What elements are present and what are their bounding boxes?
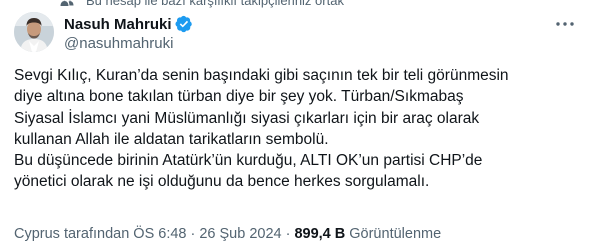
author-info: Nasuh Mahruki @nasuhmahruki bbox=[64, 14, 193, 52]
tweet-text-line: yönetici olarak ne işi olduğunu da bence… bbox=[14, 173, 430, 191]
tweet-metadata: Cyprus tarafından ÖS 6:48 · 26 Şub 2024 · 89… bbox=[14, 226, 441, 242]
tweet-text: Sevgi Kılıç, Kuran’da senin başındaki gi… bbox=[14, 65, 582, 193]
tweet-header: Nasuh Mahruki @nasuhmahruki bbox=[14, 12, 578, 54]
tweet-date[interactable]: 26 Şub 2024 bbox=[199, 226, 281, 242]
social-context[interactable]: Bu hesap ile bazı karşılıklı takipçileri… bbox=[86, 0, 344, 8]
separator: · bbox=[190, 226, 196, 242]
tweet-source: Cyprus tarafından bbox=[14, 226, 130, 242]
tweet-text-line: Sevgi Kılıç, Kuran’da senin başındaki gi… bbox=[14, 67, 509, 84]
tweet-text-line: Siyasal İslamcı yani Müslümanlığı siyasi… bbox=[14, 109, 480, 127]
user-handle[interactable]: @nasuhmahruki bbox=[64, 35, 193, 52]
display-name[interactable]: Nasuh Mahruki bbox=[64, 16, 172, 33]
avatar[interactable] bbox=[14, 12, 54, 52]
people-icon bbox=[60, 0, 74, 6]
tweet-text-line: diye altına bone takılan türban diye bir… bbox=[14, 88, 464, 106]
views-label: Görüntülenme bbox=[349, 226, 442, 242]
tweet-text-line: kullanan Allah ile aldatan tarikatların … bbox=[14, 130, 329, 148]
tweet-time[interactable]: ÖS 6:48 bbox=[133, 226, 186, 242]
more-options-button[interactable] bbox=[554, 16, 576, 32]
verified-badge-icon[interactable] bbox=[175, 15, 193, 33]
separator: · bbox=[285, 226, 291, 242]
more-dots-icon bbox=[556, 22, 574, 26]
views-count: 899,4 B bbox=[294, 226, 346, 242]
tweet-text-line: Bu düşüncede birinin Atatürk’ün kurduğu,… bbox=[14, 152, 483, 170]
